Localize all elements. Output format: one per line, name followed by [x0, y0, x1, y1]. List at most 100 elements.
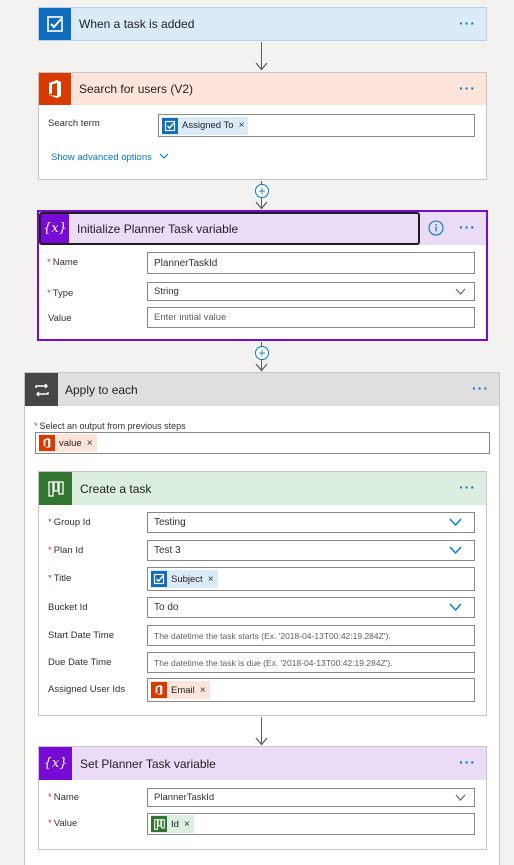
info-icon[interactable] [428, 220, 444, 236]
search-term-label: Search term [48, 118, 100, 129]
create-task-header[interactable]: Create a task ··· [39, 472, 486, 505]
trigger-more-button[interactable]: ··· [459, 15, 476, 31]
set-variable-value-field[interactable]: Id × [147, 813, 475, 835]
name-label: * Name [48, 792, 79, 803]
chevron-down-icon [159, 153, 168, 159]
assigned-to-token[interactable]: Assigned To × [162, 116, 249, 135]
apply-to-each-title: Apply to each [65, 382, 138, 397]
remove-token-button[interactable]: × [200, 685, 206, 696]
apply-to-each-header[interactable]: Apply to each ··· [25, 373, 499, 406]
checkbox-icon [151, 571, 167, 587]
token-label: Subject [171, 573, 203, 585]
planner-icon [39, 472, 72, 505]
create-task-title: Create a task [80, 481, 152, 496]
trigger-title: When a task is added [79, 17, 195, 31]
subject-token[interactable]: Subject × [151, 570, 218, 588]
variable-value-field[interactable]: Enter initial value [147, 307, 475, 328]
task-title-field[interactable]: Subject × [147, 567, 475, 591]
id-token[interactable]: Id × [151, 815, 194, 833]
required-marker: * [47, 257, 51, 268]
token-label: value [59, 437, 82, 449]
create-task-card[interactable]: Create a task ··· * Group Id Testing * Pla… [38, 471, 487, 716]
chevron-down-icon [455, 288, 466, 295]
checkbox-icon [39, 8, 71, 40]
insert-step-button[interactable]: + [255, 184, 269, 198]
assigned-user-ids-label: Assigned User Ids [48, 684, 126, 695]
set-variable-more-button[interactable]: ··· [459, 754, 476, 770]
required-marker: * [48, 517, 52, 528]
variable-name-field[interactable]: PlannerTaskId [147, 252, 475, 274]
group-id-label-text: Group Id [53, 517, 91, 528]
search-users-card[interactable]: Search for users (V2) ··· Search term As… [38, 72, 487, 180]
select-output-label-text: Select an output from previous steps [39, 421, 186, 431]
required-marker: * [48, 545, 52, 556]
select-output-field[interactable]: value × [35, 432, 490, 454]
arrow-down-icon [255, 62, 268, 71]
select-output-label: * Select an output from previous steps [34, 421, 186, 431]
insert-step-button[interactable]: + [255, 346, 269, 360]
remove-token-button[interactable]: × [87, 438, 93, 449]
email-token[interactable]: Email × [151, 681, 210, 699]
title-label: * Title [48, 573, 71, 584]
advanced-link-label: Show advanced options [51, 152, 152, 163]
search-term-field[interactable]: Assigned To × [158, 114, 475, 137]
remove-token-button[interactable]: × [208, 574, 214, 585]
plan-id-value: Test 3 [154, 545, 181, 556]
name-label-text: Name [53, 792, 80, 803]
token-label: Id [171, 818, 179, 830]
title-label-text: Title [53, 573, 72, 584]
init-variable-card[interactable]: {x} Initialize Planner Task variable ···… [37, 210, 488, 341]
arrow-down-icon [255, 363, 268, 372]
type-value: String [154, 286, 179, 297]
apply-to-each-more-button[interactable]: ··· [472, 380, 489, 396]
set-variable-header[interactable]: {x} Set Planner Task variable ··· [39, 747, 486, 780]
start-date-field[interactable]: The datetime the task starts (Ex. '2018-… [147, 625, 475, 646]
plan-id-dropdown[interactable]: Test 3 [147, 540, 475, 561]
header-focus-outline [39, 212, 420, 245]
planner-icon [151, 816, 167, 832]
name-value: PlannerTaskId [154, 792, 215, 803]
create-task-more-button[interactable]: ··· [459, 479, 476, 495]
token-label: Email [171, 684, 195, 696]
required-marker: * [48, 818, 52, 829]
init-variable-more-button[interactable]: ··· [459, 219, 476, 235]
search-users-header[interactable]: Search for users (V2) ··· [39, 73, 486, 105]
required-marker: * [48, 792, 52, 803]
show-advanced-options-link[interactable]: Show advanced options [51, 152, 169, 163]
set-variable-card[interactable]: {x} Set Planner Task variable ··· * Name … [38, 746, 487, 850]
set-variable-name-dropdown[interactable]: PlannerTaskId [147, 788, 475, 807]
due-date-field[interactable]: The datetime the task is due (Ex. '2018-… [147, 652, 475, 673]
value-token[interactable]: value × [39, 434, 97, 452]
group-id-label: * Group Id [48, 517, 91, 528]
variable-type-dropdown[interactable]: String [147, 282, 475, 301]
arrow-down-icon [255, 737, 268, 746]
chevron-down-icon [455, 794, 466, 801]
required-marker: * [34, 421, 38, 431]
search-users-more-button[interactable]: ··· [459, 80, 476, 96]
trigger-card[interactable]: When a task is added ··· [38, 7, 487, 41]
start-date-label: Start Date Time [48, 630, 114, 641]
remove-token-button[interactable]: × [184, 819, 190, 830]
plan-id-label-text: Plan Id [53, 545, 84, 556]
set-variable-title: Set Planner Task variable [80, 756, 216, 771]
arrow-down-icon [255, 201, 268, 210]
assigned-user-ids-field[interactable]: Email × [147, 678, 475, 702]
group-id-dropdown[interactable]: Testing [147, 512, 475, 533]
name-label-text: Name [52, 257, 79, 268]
office-icon [39, 435, 55, 451]
required-marker: * [47, 288, 51, 299]
value-label: Value [48, 313, 72, 324]
remove-token-button[interactable]: × [239, 120, 245, 131]
office-icon [151, 682, 167, 698]
value-label-text: Value [53, 818, 78, 829]
trigger-header[interactable]: When a task is added ··· [39, 8, 486, 40]
value-label: * Value [48, 818, 77, 829]
type-label: * Type [47, 288, 73, 299]
init-variable-header[interactable]: {x} Initialize Planner Task variable ··· [39, 212, 486, 245]
loop-icon [25, 373, 58, 406]
bucket-id-label: Bucket Id [48, 602, 88, 613]
bucket-id-dropdown[interactable]: To do [147, 597, 475, 618]
due-date-label: Due Date Time [48, 657, 112, 668]
search-users-title: Search for users (V2) [79, 82, 194, 96]
name-label: * Name [47, 257, 78, 268]
